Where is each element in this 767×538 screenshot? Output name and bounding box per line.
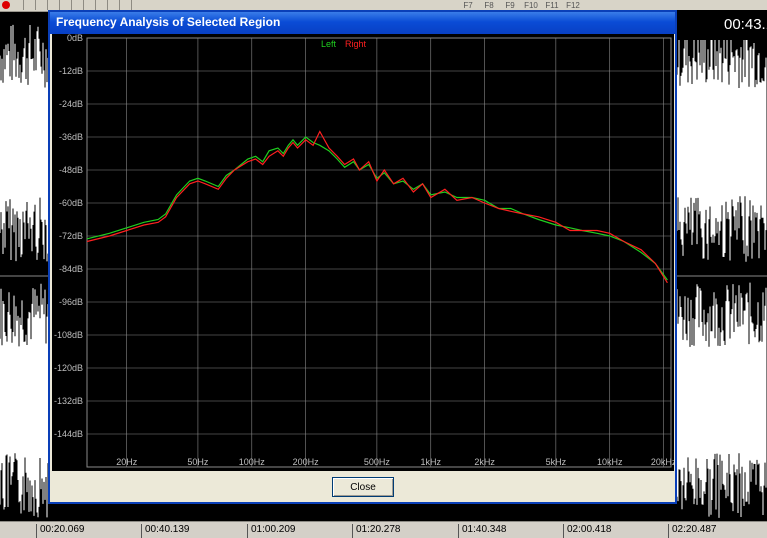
timeline-label: 02:00.418 [563,524,612,538]
timeline-ruler[interactable]: 00:20.069 00:40.139 01:00.209 01:20.278 … [0,521,767,538]
plot-frame [86,37,672,468]
x-tick-label: 500Hz [364,457,391,467]
timeline-label: 00:40.139 [141,524,190,538]
y-tick-label: 0dB [67,34,83,43]
timeline-label: 00:20.069 [36,524,85,538]
close-button[interactable]: Close [332,477,394,497]
y-tick-label: -48dB [59,165,83,175]
y-tick-label: -36dB [59,132,83,142]
series-line-left [86,136,668,281]
chart-series [86,130,668,284]
y-tick-label: -60dB [59,198,83,208]
y-tick-label: -72dB [59,231,83,241]
y-axis-labels: 0dB -12dB -24dB -36dB -48dB -60dB -72dB -84dB -9… [54,34,83,439]
frequency-chart: 0dB -12dB -24dB -36dB -48dB -60dB -72dB -84dB -9… [52,34,674,471]
y-tick-label: -84dB [59,264,83,274]
timeline-label: 01:40.348 [458,524,507,538]
timeline-label: 02:20.487 [668,524,717,538]
waveform-samples [0,24,50,518]
timeline-label: 01:20.278 [352,524,401,538]
chart-grid [86,37,672,468]
timeline-label: 01:00.209 [247,524,296,538]
y-tick-label: -12dB [59,66,83,76]
dialog-title-bar[interactable]: Frequency Analysis of Selected Region [50,12,675,34]
x-tick-label: 2kHz [474,457,495,467]
x-tick-label: 10kHz [597,457,623,467]
y-tick-label: -120dB [54,363,83,373]
waveform-right-edge [676,24,767,518]
waveform-left-edge [0,24,50,518]
frequency-chart-svg: 0dB -12dB -24dB -36dB -48dB -60dB -72dB -84dB -9… [54,34,674,468]
waveform-samples [676,24,767,518]
x-tick-label: 50Hz [187,457,209,467]
dialog-title: Frequency Analysis of Selected Region [56,15,281,29]
frequency-analysis-dialog: Frequency Analysis of Selected Region 0d… [48,10,677,504]
y-tick-label: -132dB [54,396,83,406]
x-tick-label: 20Hz [116,457,138,467]
y-tick-label: -144dB [54,429,83,439]
y-tick-label: -96dB [59,297,83,307]
series-line-right [86,130,668,284]
x-axis-labels: 20Hz 50Hz 100Hz 200Hz 500Hz 1kHz 2kHz 5kHz 10kHz… [116,457,674,467]
x-tick-label: 1kHz [420,457,441,467]
legend-right: Right [345,39,367,49]
x-tick-label: 200Hz [293,457,320,467]
time-readout: 00:43.1 [676,10,767,40]
x-tick-label: 20kHz [651,457,674,467]
y-tick-label: -24dB [59,99,83,109]
y-tick-label: -108dB [54,330,83,340]
x-tick-label: 100Hz [239,457,266,467]
x-tick-label: 5kHz [546,457,567,467]
legend-left: Left [321,39,337,49]
